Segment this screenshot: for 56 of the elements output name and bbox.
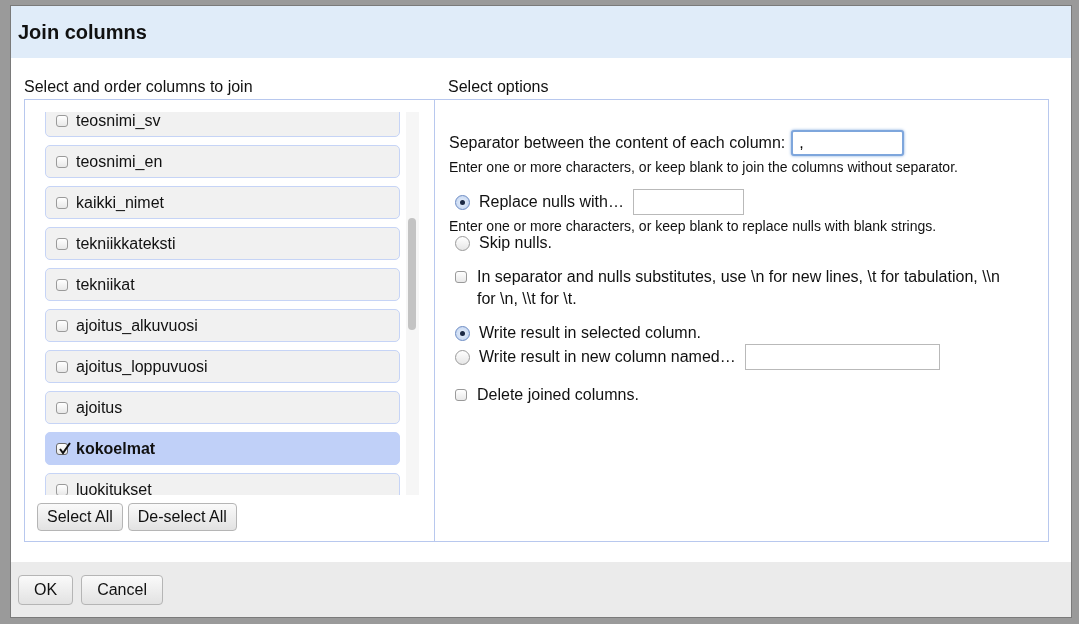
checkbox[interactable] bbox=[56, 114, 68, 127]
section-heading: Select and order columns to join bbox=[24, 78, 254, 97]
section-heading: Select options bbox=[448, 78, 549, 97]
column-item[interactable]: tekniikkateksti bbox=[45, 227, 400, 260]
hint-text: Enter one or more characters, or keep blank to replace nulls with blank strings. bbox=[449, 218, 938, 234]
dialog-button[interactable]: OK bbox=[18, 574, 74, 605]
column-item[interactable]: teosnimi_sv bbox=[45, 112, 400, 137]
checkbox[interactable] bbox=[56, 196, 68, 209]
column-item[interactable]: ajoitus_alkuvuosi bbox=[45, 309, 400, 342]
column-name: kaikki_nimet bbox=[76, 193, 165, 212]
checkbox[interactable] bbox=[56, 442, 68, 455]
option-label: Replace nulls with… bbox=[479, 193, 624, 211]
checkbox[interactable] bbox=[56, 483, 68, 495]
column-name: tekniikkateksti bbox=[76, 234, 176, 253]
select-button[interactable]: Select All bbox=[37, 503, 123, 531]
checkbox[interactable] bbox=[455, 389, 467, 401]
column-name: teosnimi_sv bbox=[76, 112, 161, 130]
column-item[interactable]: kaikki_nimet bbox=[45, 186, 400, 219]
column-name: luokitukset bbox=[76, 480, 152, 495]
separator-label: Separator between the content of each column: bbox=[449, 134, 786, 152]
option-label: Delete joined columns. bbox=[477, 385, 639, 405]
radio-button[interactable] bbox=[455, 349, 470, 365]
column-name: ajoitus_alkuvuosi bbox=[76, 316, 198, 335]
column-item[interactable]: tekniikat bbox=[45, 268, 400, 301]
hint-text: Enter one or more characters, or keep blank to join the columns without separator. bbox=[449, 159, 959, 175]
column-name: tekniikat bbox=[76, 275, 135, 294]
radio-button[interactable] bbox=[455, 325, 470, 341]
column-name: teosnimi_en bbox=[76, 152, 163, 171]
column-item[interactable]: ajoitus_loppuvuosi bbox=[45, 350, 400, 383]
column-item[interactable]: ajoitus bbox=[45, 391, 400, 424]
select-button[interactable]: De-select All bbox=[127, 503, 237, 531]
column-item[interactable]: kokoelmat bbox=[45, 432, 400, 465]
radio-button[interactable] bbox=[455, 235, 470, 251]
column-name: kokoelmat bbox=[76, 439, 156, 458]
checkbox[interactable] bbox=[56, 401, 68, 414]
dialog-button[interactable]: Cancel bbox=[81, 574, 163, 605]
checkbox[interactable] bbox=[56, 155, 68, 168]
radio-button[interactable] bbox=[455, 194, 470, 210]
option-label: Write result in selected column. bbox=[479, 324, 701, 342]
checkbox[interactable] bbox=[56, 278, 68, 291]
column-item[interactable]: luokitukset bbox=[45, 473, 400, 495]
column-item[interactable]: teosnimi_en bbox=[45, 145, 400, 178]
option-label: In separator and nulls substitutes, use \n for new lines, \t for tabulation, \\n for \n, \\t for \t. bbox=[477, 267, 1001, 309]
scrollbar[interactable] bbox=[406, 112, 419, 495]
checkbox[interactable] bbox=[56, 237, 68, 250]
checkbox[interactable] bbox=[56, 319, 68, 332]
column-name: ajoitus bbox=[76, 398, 123, 417]
dialog-title: Join columns bbox=[18, 20, 147, 44]
checkbox[interactable] bbox=[56, 360, 68, 373]
text-field[interactable] bbox=[744, 344, 940, 370]
separator-field[interactable]: , bbox=[791, 130, 905, 156]
checkbox[interactable] bbox=[455, 271, 467, 283]
column-name: ajoitus_loppuvuosi bbox=[76, 357, 208, 376]
option-label: Skip nulls. bbox=[479, 234, 552, 252]
text-field[interactable] bbox=[632, 189, 744, 215]
option-label: Write result in new column named… bbox=[479, 348, 736, 366]
